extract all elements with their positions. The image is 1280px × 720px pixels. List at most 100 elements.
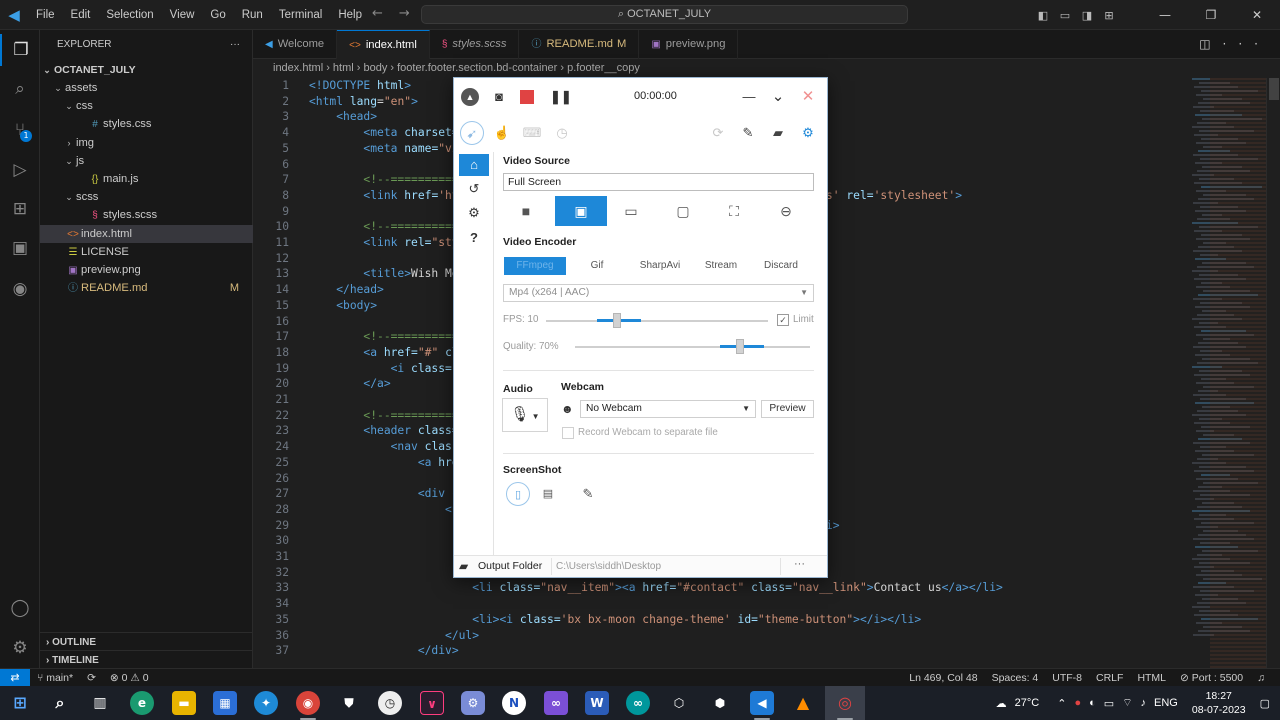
customize-layout-icon[interactable]: ⊞ [1098,9,1120,22]
scrollbar-thumb[interactable] [1269,78,1279,100]
live-server-port[interactable]: ⊘ Port : 5500 [1173,672,1250,684]
git-branch[interactable]: ⑂ main* [30,672,80,684]
screenshot-edit-pencil-icon[interactable]: ✎ [576,482,600,506]
tree-folder[interactable]: ⌄ css [40,97,253,115]
minimize-button[interactable]: — [1142,8,1188,22]
back-arrow-icon[interactable]: ← [372,6,399,21]
tab-readme-md[interactable]: ⓘ README.md M [519,30,640,59]
clock[interactable]: 18:27 08-07-2023 [1182,689,1256,717]
battery-icon[interactable]: ▭ [1100,697,1118,710]
monitor-source-icon[interactable]: ▭ [607,196,655,226]
arduino-icon[interactable]: ∞ [626,691,650,715]
vlc-icon[interactable]: ▲ [791,691,815,715]
show-hidden-icons-chevron-icon[interactable]: ⌃ [1043,697,1070,710]
menu-file[interactable]: File [28,9,63,21]
pause-button[interactable]: ❚❚ [550,88,572,106]
explorer-files-icon[interactable]: ❐ [0,34,40,66]
sync-icon[interactable]: ⟳ [80,672,103,684]
breadcrumb-item[interactable]: body [363,62,387,74]
indentation[interactable]: Spaces: 4 [985,672,1046,684]
encoder-ffmpeg[interactable]: FFmpeg [504,257,566,275]
more-options-icon[interactable]: ··· [794,558,805,570]
history-icon[interactable]: ↺ [459,178,489,200]
vscode-taskbar-icon[interactable]: ◀ [750,691,774,715]
settings-gear-icon[interactable]: ⚙ [796,121,820,145]
weather-cloud-icon[interactable]: ☁ [992,697,1011,710]
tree-folder[interactable]: ⌄ scss [40,188,253,206]
tree-file[interactable]: ▣ preview.png [40,261,253,279]
more-actions-icon[interactable]: ··· [1223,37,1270,51]
quality-slider-thumb[interactable] [735,339,744,354]
close-recorder-button[interactable]: ✕ [799,88,817,106]
visual-studio-icon[interactable]: ∞ [544,691,568,715]
breadcrumb-item[interactable]: html [333,62,354,74]
tab-welcome[interactable]: ◀ Welcome [253,30,338,59]
webcam-select[interactable]: No Webcam ▼ [580,400,756,418]
camera-snapshot-icon[interactable]: ◙ [490,88,508,106]
edge-browser-icon[interactable]: e [130,691,154,715]
menu-terminal[interactable]: Terminal [271,9,330,21]
source-control-icon[interactable]: ⑂ 1 [0,114,40,146]
quality-slider-track[interactable] [575,346,810,348]
end-of-line[interactable]: CRLF [1089,672,1130,684]
account-icon[interactable]: ◯ [0,592,40,624]
minimize-recorder-button[interactable]: — [740,88,758,106]
search-icon[interactable]: ⌕ [48,691,72,715]
cube-app-icon[interactable]: ⬡ [667,691,691,715]
settings-app-icon[interactable]: ⚙ [461,691,485,715]
maximize-button[interactable]: ❐ [1188,8,1234,22]
notification-center-icon[interactable]: ▢ [1256,697,1280,710]
folder-icon[interactable]: ▰ [766,121,790,145]
screen-source-icon[interactable]: ▣ [555,196,607,226]
menu-selection[interactable]: Selection [98,9,161,21]
encoder-sharpavi[interactable]: SharpAvi [632,257,688,275]
timeline-section[interactable]: › TIMELINE [40,650,253,669]
outline-section[interactable]: › OUTLINE [40,632,253,651]
breadcrumb-item[interactable]: footer.footer.section.bd-container [397,62,557,74]
menu-view[interactable]: View [162,9,203,21]
gamepad-source-icon[interactable]: ⊖ [762,196,810,226]
screen-recorder-icon[interactable]: ◎ [833,691,857,715]
settings-icon[interactable]: ⚙ [459,202,489,224]
video-source-field[interactable]: Full Screen [503,173,814,191]
tree-root-folder[interactable]: ⌄ OCTANET_JULY [40,61,253,79]
webcam-preview-button[interactable]: Preview [761,400,814,418]
split-editor-icon[interactable]: ◫ [1199,37,1222,51]
encoder-gif[interactable]: Gif [574,257,620,275]
command-center-search[interactable]: ⌕ OCTANET_JULY [421,5,908,24]
encoder-discard[interactable]: Discard [756,257,806,275]
tree-folder[interactable]: › img [40,134,253,152]
menu-go[interactable]: Go [202,9,233,21]
tree-file[interactable]: § styles.scss [40,206,253,224]
language-mode[interactable]: HTML [1130,672,1173,684]
windows-start-icon[interactable]: ⊞ [8,691,32,715]
help-icon[interactable]: ? [459,227,489,249]
limit-checkbox[interactable]: ✓ [777,314,789,326]
toggle-secondary-sidebar-icon[interactable]: ◨ [1076,9,1098,22]
tab-preview-png[interactable]: ▣ preview.png [639,30,739,59]
shield-icon[interactable]: ⛊ [337,691,361,715]
cube-app-2-icon[interactable]: ⬢ [708,691,732,715]
problems-count[interactable]: ⊗ 0 ⚠ 0 [103,672,156,684]
menu-help[interactable]: Help [330,9,370,21]
encoding[interactable]: UTF-8 [1045,672,1089,684]
extensions-icon[interactable]: ⊞ [0,193,40,225]
tray-app-icon[interactable]: ◐ [1085,697,1100,709]
run-debug-icon[interactable]: ▷ [0,154,40,186]
breadcrumb-item[interactable]: p.footer__copy [567,62,640,74]
remote-explorer-icon[interactable]: ▣ [0,232,40,264]
webcam-source-icon[interactable]: ■ [502,196,550,226]
tree-file[interactable]: <> index.html [40,224,253,243]
format-select[interactable]: Mp4 (x264 | AAC) ▼ [503,284,814,302]
toggle-primary-sidebar-icon[interactable]: ◧ [1032,9,1054,22]
collapse-chevron-icon[interactable]: ⌄ [769,88,787,106]
fps-slider-track[interactable] [546,320,768,322]
menu-edit[interactable]: Edit [63,9,99,21]
region-source-icon[interactable]: ⛶ [710,196,758,226]
notion-icon[interactable]: N [502,691,526,715]
timer-icon[interactable]: ◷ [550,121,574,145]
output-folder-path[interactable]: C:\Users\siddh\Desktop [551,558,781,575]
stop-record-button[interactable] [520,90,534,104]
tree-file[interactable]: ☰ LICENSE [40,243,253,261]
safari-icon[interactable]: ✦ [254,691,278,715]
